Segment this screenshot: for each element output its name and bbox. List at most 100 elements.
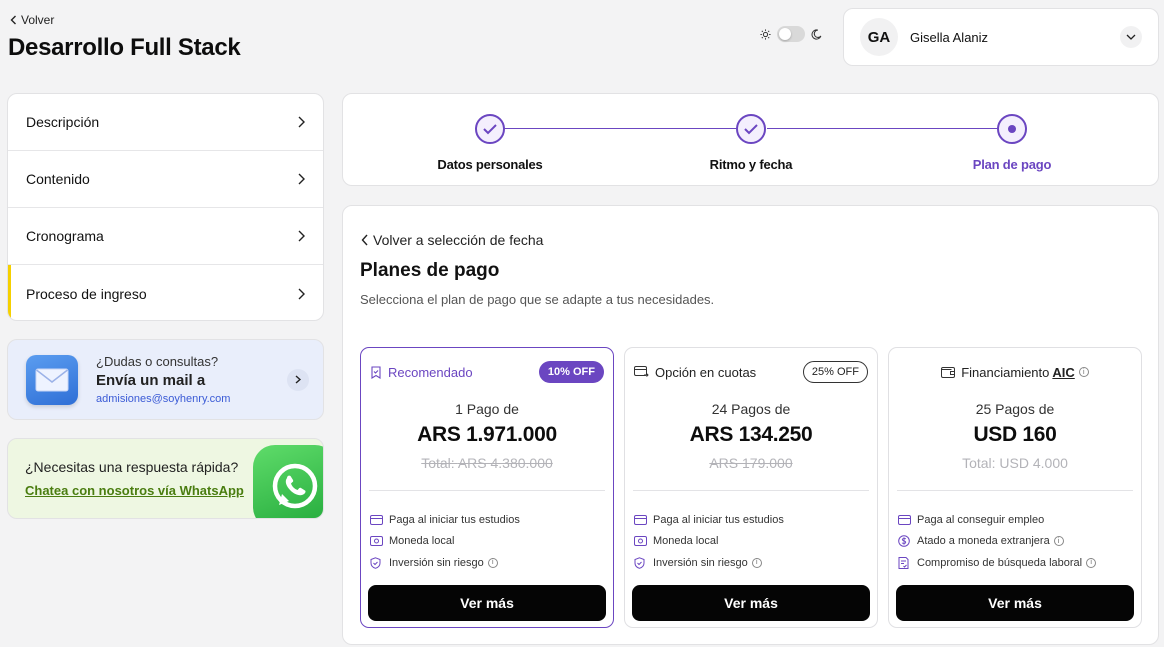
plan-card-cuotas[interactable]: Opción en cuotas 25% OFF 24 Pagos de ARS… (624, 347, 878, 628)
plan-total: Total: USD 4.000 (962, 455, 1068, 471)
whatsapp-link[interactable]: Chatea con nosotros vía WhatsApp (25, 483, 244, 498)
step-plan-de-pago[interactable]: Plan de pago (932, 114, 1092, 172)
user-menu[interactable]: GA Gisella Alaniz (843, 8, 1159, 66)
contact-mail-card[interactable]: ¿Dudas o consultas? Envía un mail a admi… (7, 339, 324, 420)
credit-card-icon (634, 514, 648, 525)
info-icon[interactable]: i (1086, 557, 1097, 568)
step-label: Ritmo y fecha (709, 157, 793, 172)
plan-header: Financiamiento (961, 364, 1050, 380)
sidebar-menu: Descripción Contenido Cronograma Proceso… (7, 93, 324, 321)
info-icon[interactable]: i (1078, 367, 1089, 377)
sidebar-item-label: Descripción (26, 114, 100, 130)
back-label: Volver (21, 13, 55, 27)
info-icon[interactable]: i (1053, 536, 1064, 547)
chevron-right-icon (298, 230, 305, 242)
divider (633, 490, 869, 491)
plan-count: 1 Pago de (455, 401, 519, 417)
plan-header: Opción en cuotas (655, 364, 757, 380)
feature-item: Paga al conseguir empleo (898, 509, 1133, 531)
theme-toggle[interactable] (760, 26, 822, 42)
divider (897, 490, 1133, 491)
card-transfer-icon (634, 366, 649, 378)
mail-question: ¿Dudas o consultas? (96, 354, 219, 369)
plan-card-recomendado[interactable]: Recomendado 10% OFF 1 Pago de ARS 1.971.… (360, 347, 614, 628)
toggle-knob (779, 28, 791, 40)
sidebar-item-cronograma[interactable]: Cronograma (8, 208, 323, 265)
step-datos-personales[interactable]: Datos personales (410, 114, 570, 172)
page-title: Desarrollo Full Stack (8, 34, 241, 61)
checkout-stepper: Datos personales Ritmo y fecha Plan de p… (342, 93, 1159, 186)
plan-features: Paga al iniciar tus estudios Moneda loca… (370, 509, 605, 574)
credit-card-icon (370, 514, 384, 525)
sidebar-item-label: Cronograma (26, 228, 104, 244)
step-label: Datos personales (437, 157, 543, 172)
mail-arrow-button[interactable] (287, 368, 309, 391)
whatsapp-card: ¿Necesitas una respuesta rápida? Chatea … (7, 438, 324, 519)
chevron-left-icon (361, 234, 368, 246)
plan-total: ARS 179.000 (709, 455, 793, 471)
sidebar-item-label: Contenido (26, 171, 90, 187)
discount-badge: 25% OFF (802, 361, 868, 383)
plan-count: 24 Pagos de (711, 401, 791, 417)
plan-features: Paga al iniciar tus estudios Moneda loca… (634, 509, 869, 574)
sun-icon (760, 28, 771, 40)
mail-icon (26, 354, 78, 405)
payment-plans-card: Volver a selección de fecha Planes de pa… (342, 205, 1159, 645)
feature-item: Moneda local (370, 531, 605, 553)
plan-price: ARS 1.971.000 (417, 423, 557, 446)
chevron-down-icon (1126, 34, 1136, 40)
user-name: Gisella Alaniz (910, 29, 989, 45)
chevron-right-icon (298, 116, 305, 128)
mail-title: Envía un mail a (96, 372, 206, 389)
check-icon (736, 114, 766, 144)
whatsapp-icon (253, 445, 323, 518)
wallet-icon (941, 366, 956, 378)
feature-item: Compromiso de búsqueda laboral i (898, 552, 1133, 574)
discount-badge: 10% OFF (538, 361, 604, 383)
toggle-switch[interactable] (777, 26, 805, 42)
sidebar-item-proceso-de-ingreso[interactable]: Proceso de ingreso (8, 265, 323, 320)
shield-check-icon (634, 557, 648, 569)
plan-card-financiamiento[interactable]: Financiamiento AIC i 25 Pagos de USD 160… (888, 347, 1142, 628)
document-check-icon (898, 556, 912, 569)
feature-item: Paga al iniciar tus estudios (634, 509, 869, 531)
chevron-right-icon (298, 288, 305, 299)
step-label: Plan de pago (972, 157, 1052, 172)
step-ritmo-y-fecha[interactable]: Ritmo y fecha (671, 114, 831, 172)
money-icon (634, 536, 648, 547)
sidebar-item-label: Proceso de ingreso (26, 285, 147, 302)
back-to-date-label: Volver a selección de fecha (373, 232, 544, 248)
plans-title: Planes de pago (360, 260, 500, 281)
user-menu-toggle[interactable] (1120, 26, 1142, 48)
feature-item: Inversión sin riesgo i (634, 552, 869, 574)
plan-details-button[interactable]: Ver más (896, 585, 1134, 621)
shield-check-icon (370, 557, 384, 569)
avatar: GA (860, 18, 898, 56)
plan-features: Paga al conseguir empleo Atado a moneda … (898, 509, 1133, 574)
feature-item: Inversión sin riesgo i (370, 552, 605, 574)
aic-link[interactable]: AIC (1052, 365, 1074, 380)
feature-item: Atado a moneda extranjera i (898, 531, 1133, 553)
check-icon (475, 114, 505, 144)
info-icon[interactable]: i (751, 557, 762, 568)
plan-details-button[interactable]: Ver más (368, 585, 606, 621)
money-icon (370, 536, 384, 547)
sidebar-item-descripcion[interactable]: Descripción (8, 94, 323, 151)
feature-item: Moneda local (634, 531, 869, 553)
back-link[interactable]: Volver (10, 13, 54, 27)
credit-card-icon (898, 514, 912, 525)
sidebar-item-contenido[interactable]: Contenido (8, 151, 323, 208)
info-icon[interactable]: i (487, 557, 498, 568)
chevron-right-icon (298, 173, 305, 185)
currency-icon (898, 535, 912, 548)
plan-price: ARS 134.250 (689, 423, 813, 446)
moon-icon (811, 28, 822, 40)
back-to-date-link[interactable]: Volver a selección de fecha (361, 232, 543, 248)
plans-subtitle: Selecciona el plan de pago que se adapte… (360, 292, 715, 307)
plan-header: Recomendado (388, 364, 473, 380)
current-step-icon (997, 114, 1027, 144)
feature-item: Paga al iniciar tus estudios (370, 509, 605, 531)
mail-address[interactable]: admisiones@soyhenry.com (96, 393, 287, 405)
plan-details-button[interactable]: Ver más (632, 585, 870, 621)
plan-price: USD 160 (973, 423, 1057, 446)
